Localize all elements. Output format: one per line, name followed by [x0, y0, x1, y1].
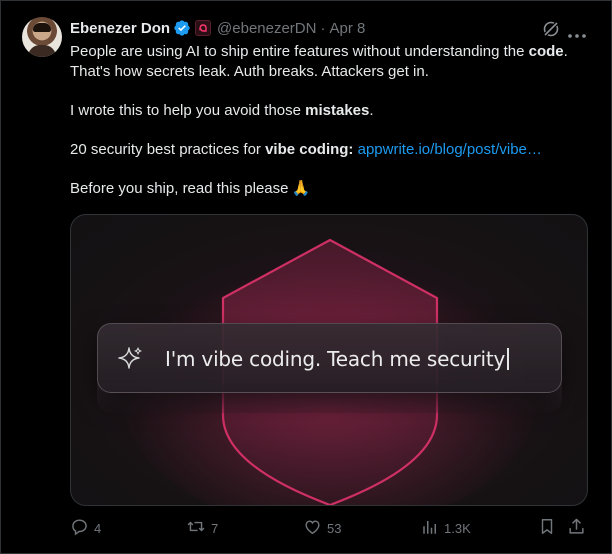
text-caret	[507, 348, 509, 370]
views-count: 1.3K	[444, 520, 471, 536]
like-count: 53	[327, 520, 342, 536]
tweet-text: People are using AI to ship entire featu…	[70, 42, 595, 199]
repost-count: 7	[211, 520, 219, 536]
author-handle[interactable]: @ebenezerDN	[217, 20, 316, 37]
reply-count: 4	[94, 520, 102, 536]
media-image[interactable]: I'm vibe coding. Teach me security	[70, 214, 588, 506]
tweet-line: People are using AI to ship entire featu…	[70, 43, 568, 60]
blog-link[interactable]: appwrite.io/blog/post/vibe…	[358, 141, 542, 158]
avatar[interactable]	[22, 17, 62, 57]
separator-dot: ·	[320, 19, 326, 37]
tweet-line: 20 security best practices for vibe codi…	[70, 141, 542, 158]
repost-icon	[186, 517, 206, 539]
action-bar: 4 7 53 1.3K	[70, 518, 595, 538]
avatar-hair	[33, 23, 51, 32]
bookmark-icon	[538, 517, 556, 539]
repost-button[interactable]: 7	[186, 518, 218, 538]
like-button[interactable]: 53	[303, 518, 341, 538]
affiliate-badge-icon[interactable]	[195, 20, 212, 36]
pray-emoji: 🙏	[291, 180, 311, 197]
tweet-line: Before you ship, read this please 🙏	[70, 180, 311, 197]
bookmark-button[interactable]	[538, 518, 556, 538]
sparkle-icon	[116, 345, 144, 378]
verified-badge-icon[interactable]	[173, 19, 191, 37]
prompt-input: I'm vibe coding. Teach me security	[97, 323, 562, 393]
views-button[interactable]: 1.3K	[421, 518, 471, 538]
tweet-header: Ebenezer Don @ebenezerDN · Apr 8	[70, 18, 365, 38]
author-name[interactable]: Ebenezer Don	[70, 20, 170, 37]
reply-icon	[70, 517, 89, 539]
like-icon	[303, 517, 322, 539]
tweet-line: That's how secrets leak. Auth breaks. At…	[70, 63, 429, 80]
grok-icon[interactable]	[541, 19, 561, 44]
avatar-shirt	[28, 45, 56, 57]
tweet-line: I wrote this to help you avoid those mis…	[70, 102, 374, 119]
prompt-text: I'm vibe coding. Teach me security	[165, 347, 509, 371]
views-icon	[421, 518, 439, 539]
tweet-date[interactable]: Apr 8	[329, 20, 365, 37]
reply-button[interactable]: 4	[70, 518, 101, 538]
share-button[interactable]	[567, 518, 586, 538]
share-icon	[567, 517, 586, 539]
